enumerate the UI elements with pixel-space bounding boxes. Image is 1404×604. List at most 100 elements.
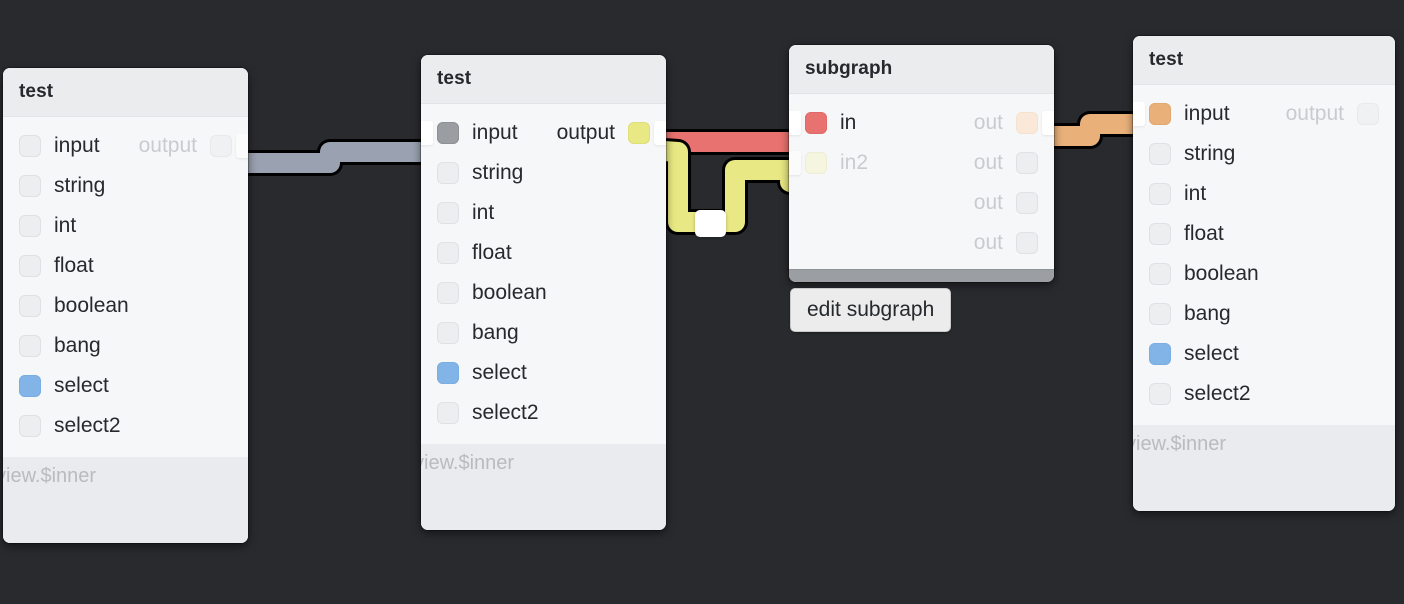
port-row-string[interactable]: string	[1133, 134, 1395, 174]
port-row-select[interactable]: select	[1133, 334, 1395, 374]
node-resize-handle[interactable]	[789, 269, 1054, 282]
port-output-dot[interactable]	[1357, 103, 1379, 125]
port-input-label: input	[472, 121, 518, 144]
output-socket[interactable]	[236, 134, 248, 158]
port-row-bang[interactable]: bang	[421, 313, 666, 353]
port-boolean-dot[interactable]	[437, 282, 459, 304]
port-row-string[interactable]: string	[3, 166, 248, 206]
port-row-float[interactable]: float	[1133, 214, 1395, 254]
input-socket[interactable]	[1133, 102, 1145, 126]
port-float-label: float	[1184, 222, 1224, 245]
port-row-bang[interactable]: bang	[1133, 294, 1395, 334]
port-row-select2[interactable]: select2	[421, 393, 666, 433]
port-select-dot[interactable]	[1149, 343, 1171, 365]
port-int-label: int	[54, 214, 77, 237]
port-out-dot[interactable]	[1016, 232, 1038, 254]
port-out-dot[interactable]	[1016, 152, 1038, 174]
input-socket[interactable]	[789, 111, 801, 135]
node-test-2[interactable]: test input output string int float boole…	[421, 55, 666, 530]
node-footer: view.$inner	[3, 457, 248, 543]
port-row-int[interactable]: int	[421, 193, 666, 233]
port-input-label: input	[54, 134, 100, 157]
node-body: input output string int float boolean ba…	[1133, 85, 1395, 425]
port-select2-dot[interactable]	[437, 402, 459, 424]
port-boolean-dot[interactable]	[19, 295, 41, 317]
port-float-dot[interactable]	[437, 242, 459, 264]
output-socket[interactable]	[654, 121, 666, 145]
port-bang-dot[interactable]	[437, 322, 459, 344]
port-row-string[interactable]: string	[421, 153, 666, 193]
port-row-select2[interactable]: select2	[3, 406, 248, 446]
port-row-boolean[interactable]: boolean	[1133, 254, 1395, 294]
node-graph-canvas[interactable]: test input output string int float boole…	[0, 0, 1404, 604]
node-footer-text: view.$inner	[1133, 433, 1227, 455]
port-output-dot[interactable]	[210, 135, 232, 157]
port-float-dot[interactable]	[1149, 223, 1171, 245]
port-out-dot[interactable]	[1016, 112, 1038, 134]
port-in2-dot[interactable]	[805, 152, 827, 174]
node-body: input output string int float boolean ba…	[3, 117, 248, 457]
node-title: test	[421, 55, 666, 104]
port-row-int[interactable]: int	[3, 206, 248, 246]
edge-1-to-2[interactable]	[234, 139, 443, 176]
input-socket[interactable]	[421, 121, 433, 145]
port-select-label: select	[54, 374, 109, 397]
port-input-dot[interactable]	[437, 122, 459, 144]
port-int-label: int	[472, 201, 495, 224]
port-out-group[interactable]: out	[974, 143, 1054, 183]
node-test-3[interactable]: test input output string int float boole…	[1133, 36, 1395, 511]
input-socket[interactable]	[789, 151, 801, 175]
port-row-select2[interactable]: select2	[1133, 374, 1395, 414]
node-footer-text: view.$inner	[3, 465, 97, 487]
port-row-out-3[interactable]: out	[789, 183, 1054, 223]
port-row-input[interactable]: input output	[3, 126, 248, 166]
port-row-int[interactable]: int	[1133, 174, 1395, 214]
port-row-out-4[interactable]: out	[789, 223, 1054, 263]
port-out-group[interactable]: out	[974, 223, 1054, 263]
port-int-dot[interactable]	[437, 202, 459, 224]
port-in-dot[interactable]	[805, 112, 827, 134]
port-input-dot[interactable]	[19, 135, 41, 157]
port-row-in2[interactable]: in2 out	[789, 143, 1054, 183]
port-string-dot[interactable]	[19, 175, 41, 197]
port-bang-dot[interactable]	[1149, 303, 1171, 325]
port-out-label: out	[973, 111, 1003, 134]
port-row-input[interactable]: input output	[1133, 94, 1395, 134]
port-bang-label: bang	[472, 321, 519, 344]
port-int-dot[interactable]	[19, 215, 41, 237]
port-float-label: float	[54, 254, 94, 277]
edge-reroute-handle[interactable]	[695, 210, 726, 237]
port-output-group[interactable]: output	[557, 113, 666, 153]
edit-subgraph-button[interactable]: edit subgraph	[790, 288, 952, 332]
node-footer-text: view.$inner	[421, 452, 515, 474]
port-output-group[interactable]: output	[139, 126, 248, 166]
port-output-group[interactable]: output	[1286, 94, 1395, 134]
port-out-group[interactable]: out	[974, 103, 1054, 143]
port-row-boolean[interactable]: boolean	[3, 286, 248, 326]
port-select-dot[interactable]	[19, 375, 41, 397]
port-select-dot[interactable]	[437, 362, 459, 384]
port-bang-dot[interactable]	[19, 335, 41, 357]
port-int-dot[interactable]	[1149, 183, 1171, 205]
port-row-boolean[interactable]: boolean	[421, 273, 666, 313]
port-row-input[interactable]: input output	[421, 113, 666, 153]
port-string-dot[interactable]	[437, 162, 459, 184]
port-row-float[interactable]: float	[421, 233, 666, 273]
node-test-1[interactable]: test input output string int float boole…	[3, 68, 248, 543]
port-output-dot[interactable]	[628, 122, 650, 144]
port-select2-dot[interactable]	[19, 415, 41, 437]
port-out-dot[interactable]	[1016, 192, 1038, 214]
port-string-dot[interactable]	[1149, 143, 1171, 165]
port-row-select[interactable]: select	[421, 353, 666, 393]
output-socket[interactable]	[1042, 111, 1054, 135]
port-boolean-dot[interactable]	[1149, 263, 1171, 285]
port-row-float[interactable]: float	[3, 246, 248, 286]
port-row-select[interactable]: select	[3, 366, 248, 406]
node-subgraph[interactable]: subgraph in out in2 out out out	[789, 45, 1054, 282]
port-row-bang[interactable]: bang	[3, 326, 248, 366]
port-out-group[interactable]: out	[974, 183, 1054, 223]
port-float-dot[interactable]	[19, 255, 41, 277]
port-select2-dot[interactable]	[1149, 383, 1171, 405]
port-input-dot[interactable]	[1149, 103, 1171, 125]
port-row-in[interactable]: in out	[789, 103, 1054, 143]
